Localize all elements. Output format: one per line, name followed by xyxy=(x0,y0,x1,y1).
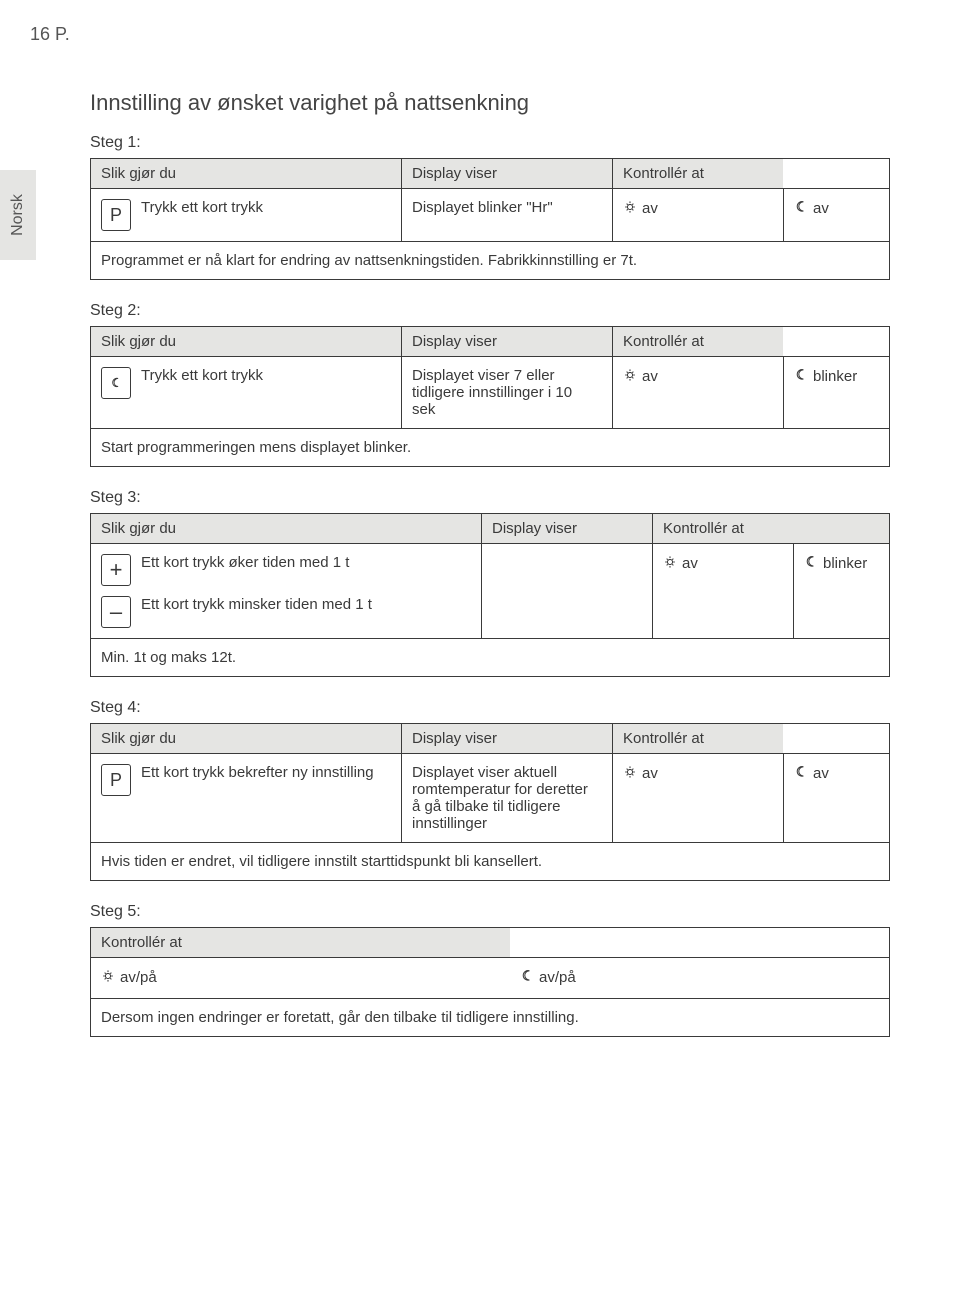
step1-label: Steg 1: xyxy=(90,134,890,152)
step3-plus: Ett kort trykk øker tiden med 1 t xyxy=(141,554,471,573)
col-action: Slik gjør du xyxy=(91,159,402,188)
step5-block: Kontrollér at av/på av/på Dersom ingen e… xyxy=(90,927,890,1037)
sun-state: av xyxy=(642,200,658,217)
step4-action: Ett kort trykk bekrefter ny innstilling xyxy=(141,764,391,783)
col-display: Display viser xyxy=(402,159,613,188)
key-plus: + xyxy=(101,554,131,586)
step4-foot: Hvis tiden er endret, vil tidligere inns… xyxy=(91,842,889,880)
key-P: P xyxy=(101,764,131,796)
step3-foot: Min. 1t og maks 12t. xyxy=(91,638,889,676)
sun-icon xyxy=(663,554,677,574)
col-check: Kontrollér at xyxy=(613,159,783,188)
step4-block: Slik gjør du Display viser Kontrollér at… xyxy=(90,723,890,881)
sun-icon xyxy=(623,367,637,387)
key-minus: – xyxy=(101,596,131,628)
step1-foot: Programmet er nå klart for endring av na… xyxy=(91,241,889,279)
key-P: P xyxy=(101,199,131,231)
step4-label: Steg 4: xyxy=(90,699,890,717)
moon-icon xyxy=(794,367,808,387)
moon-icon xyxy=(794,199,808,219)
step5-label: Steg 5: xyxy=(90,903,890,921)
step3-minus: Ett kort trykk minsker tiden med 1 t xyxy=(141,596,471,615)
page-number: 16 P. xyxy=(30,24,70,45)
moon-state: av xyxy=(813,200,829,217)
sun-icon xyxy=(101,968,115,988)
language-tab-label: Norsk xyxy=(9,194,27,236)
moon-icon xyxy=(520,968,534,988)
key-moon xyxy=(101,367,131,399)
step1-action: Trykk ett kort trykk xyxy=(141,199,391,218)
step2-block: Slik gjør du Display viser Kontrollér at… xyxy=(90,326,890,467)
sun-icon xyxy=(623,199,637,219)
step1-block: Slik gjør du Display viser Kontrollér at… xyxy=(90,158,890,280)
step5-foot: Dersom ingen endringer er foretatt, går … xyxy=(91,998,889,1036)
language-tab: Norsk xyxy=(0,170,36,260)
step4-display: Displayet viser aktuell romtemperatur fo… xyxy=(412,764,592,832)
moon-icon xyxy=(794,764,808,784)
moon-icon xyxy=(804,554,818,574)
sun-icon xyxy=(623,764,637,784)
step2-action: Trykk ett kort trykk xyxy=(141,367,391,386)
step3-block: Slik gjør du Display viser Kontrollér at… xyxy=(90,513,890,677)
step2-foot: Start programmeringen mens displayet bli… xyxy=(91,428,889,466)
step1-display: Displayet blinker "Hr" xyxy=(412,199,592,216)
manual-page: 16 P. Norsk Innstilling av ønsket varigh… xyxy=(0,0,960,1119)
step2-label: Steg 2: xyxy=(90,302,890,320)
step3-label: Steg 3: xyxy=(90,489,890,507)
section-heading: Innstilling av ønsket varighet på nattse… xyxy=(90,90,890,116)
step2-display: Displayet viser 7 eller tidligere innsti… xyxy=(412,367,592,418)
